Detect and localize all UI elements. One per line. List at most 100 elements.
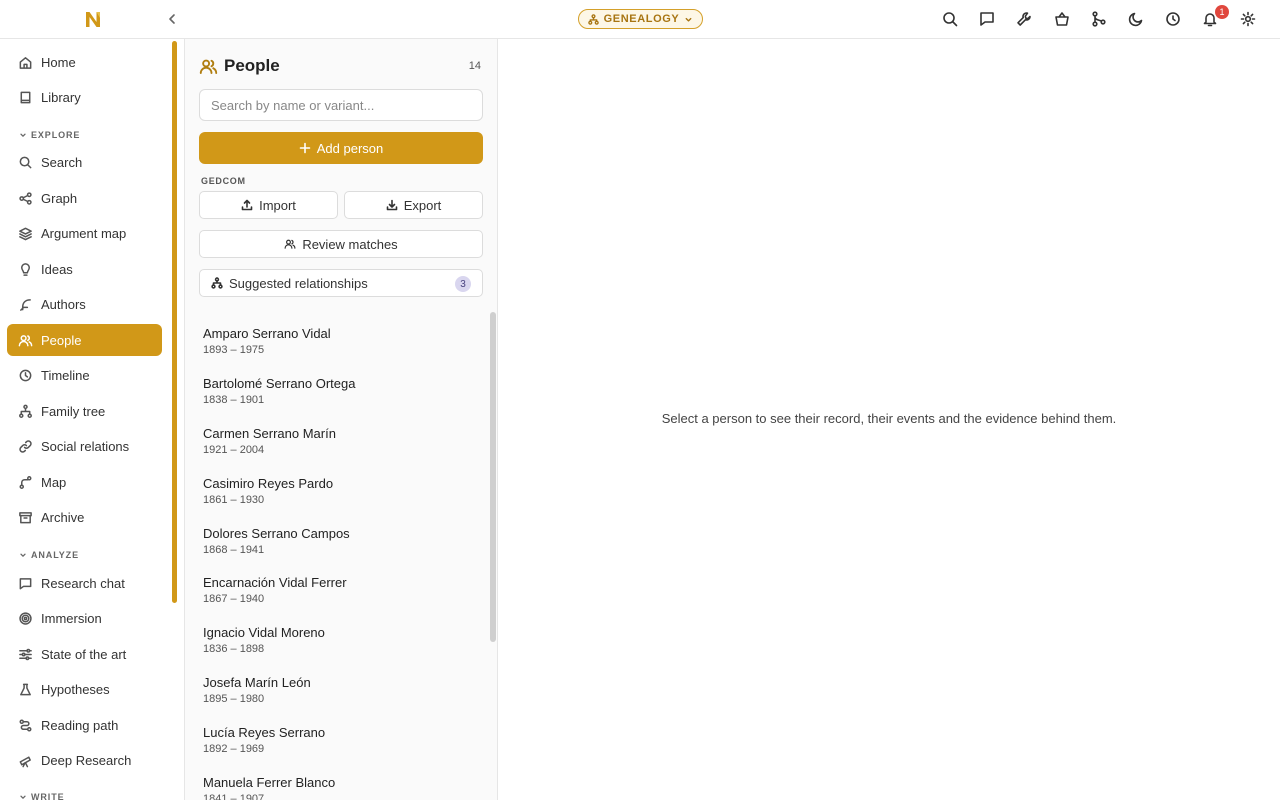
sidebar-item-label: Ideas [41, 261, 73, 277]
sidebar-item-timeline[interactable]: Timeline [7, 359, 162, 391]
sidebar-item-reading-path[interactable]: Reading path [7, 709, 162, 741]
sidebar-item-archive[interactable]: Archive [7, 501, 162, 533]
export-button[interactable]: Export [344, 191, 483, 219]
clock-icon[interactable] [1164, 10, 1182, 28]
person-name: Josefa Marín León [203, 675, 311, 690]
list-item[interactable]: Bartolomé Serrano Ortega 1838 – 1901 [199, 372, 483, 418]
sidebar-item-home[interactable]: Home [7, 46, 162, 78]
sliders-icon [19, 648, 32, 660]
archive-icon [19, 511, 32, 523]
person-name: Amparo Serrano Vidal [203, 326, 331, 341]
book-icon [20, 91, 31, 103]
person-name: Carmen Serrano Marín [203, 426, 336, 441]
person-dates: 1841 – 1907 [203, 793, 265, 800]
chat-icon[interactable] [978, 10, 996, 28]
sidebar-item-map[interactable]: Map [7, 466, 162, 498]
sidebar-item-authors[interactable]: Authors [7, 288, 162, 320]
person-dates: 1836 – 1898 [203, 643, 265, 655]
moon-icon[interactable] [1127, 10, 1145, 28]
page-title: People [224, 56, 280, 75]
person-name: Manuela Ferrer Blanco [203, 775, 336, 790]
section-analyze[interactable]: ANALYZE [19, 550, 79, 560]
people-count: 14 [468, 60, 481, 72]
notification-badge: 1 [1215, 5, 1229, 19]
merge-icon[interactable] [1090, 10, 1108, 28]
sidebar-item-family-tree[interactable]: Family tree [7, 395, 162, 427]
sidebar-item-label: Timeline [41, 367, 90, 383]
add-person-button[interactable]: Add person [199, 132, 483, 164]
target-icon [19, 611, 32, 625]
sidebar-item-label: People [41, 332, 82, 348]
sidebar-item-deep-research[interactable]: Deep Research [7, 744, 162, 776]
chevron-down-icon [20, 133, 26, 137]
tree-icon [211, 277, 223, 289]
sidebar-item-hypotheses[interactable]: Hypotheses [7, 673, 162, 705]
sidebar-item-social-relations[interactable]: Social relations [7, 430, 162, 462]
sidebar-item-research-chat[interactable]: Research chat [7, 567, 162, 599]
sidebar-item-ideas[interactable]: Ideas [7, 253, 162, 285]
search-icon[interactable] [941, 10, 959, 28]
collapse-sidebar-icon[interactable] [164, 11, 180, 27]
sidebar-item-label: Authors [41, 296, 86, 312]
search-input[interactable] [199, 89, 483, 121]
wrench-icon[interactable] [1015, 10, 1033, 28]
sidebar-item-state-of-the-art[interactable]: State of the art [7, 638, 162, 670]
import-button[interactable]: Import [199, 191, 338, 219]
mode-selector[interactable]: GENEALOGY [578, 9, 703, 29]
gear-icon[interactable] [1239, 10, 1257, 28]
person-dates: 1861 – 1930 [203, 494, 265, 506]
plus-icon [299, 142, 311, 154]
person-name: Ignacio Vidal Moreno [203, 625, 325, 640]
users-icon [199, 59, 218, 74]
sidebar-item-label: Map [41, 474, 67, 490]
sidebar-item-search[interactable]: Search [7, 146, 162, 178]
list-item[interactable]: Lucía Reyes Serrano 1892 – 1969 [199, 721, 483, 767]
flask-icon [20, 683, 31, 695]
top-bar: GENEALOGY 1 [0, 0, 1280, 39]
person-name: Dolores Serrano Campos [203, 526, 350, 541]
list-item[interactable]: Amparo Serrano Vidal 1893 – 1975 [199, 322, 483, 368]
chevron-down-icon [20, 553, 26, 557]
sidebar: Home Library EXPLORE Search Graph Argume… [0, 39, 185, 800]
person-dates: 1868 – 1941 [203, 544, 265, 556]
person-dates: 1892 – 1969 [203, 743, 265, 755]
review-matches-button[interactable]: Review matches [199, 230, 483, 258]
list-item[interactable]: Casimiro Reyes Pardo 1861 – 1930 [199, 472, 483, 518]
section-write[interactable]: WRITE [19, 792, 65, 800]
sidebar-item-label: Graph [41, 190, 78, 206]
list-item[interactable]: Carmen Serrano Marín 1921 – 2004 [199, 422, 483, 468]
lightbulb-icon [21, 262, 30, 276]
sidebar-item-library[interactable]: Library [7, 81, 162, 113]
section-explore[interactable]: EXPLORE [19, 130, 80, 140]
sidebar-item-immersion[interactable]: Immersion [7, 602, 162, 634]
list-item[interactable]: Josefa Marín León 1895 – 1980 [199, 671, 483, 717]
link-icon [19, 439, 32, 453]
list-item[interactable]: Encarnación Vidal Ferrer 1867 – 1940 [199, 571, 483, 617]
suggested-relationships-button[interactable]: Suggested relationships 3 [199, 269, 483, 297]
list-item[interactable]: Ignacio Vidal Moreno 1836 – 1898 [199, 621, 483, 667]
list-item[interactable]: Manuela Ferrer Blanco 1841 – 1907 [199, 771, 483, 800]
sidebar-item-label: Immersion [41, 610, 102, 626]
sidebar-item-label: Reading path [41, 717, 119, 733]
sidebar-item-label: State of the art [41, 646, 127, 662]
basket-icon[interactable] [1053, 10, 1071, 28]
list-scrollbar[interactable] [490, 312, 496, 642]
person-dates: 1867 – 1940 [203, 593, 265, 605]
sidebar-item-label: Library [41, 89, 81, 105]
share-icon [19, 191, 32, 205]
search-icon [19, 156, 32, 168]
sidebar-scrollbar[interactable] [172, 41, 177, 603]
person-name: Lucía Reyes Serrano [203, 725, 326, 740]
telescope-icon [19, 755, 31, 767]
chevron-down-icon [20, 795, 26, 799]
gedcom-label: GEDCOM [201, 176, 246, 186]
sidebar-item-people[interactable]: People [7, 324, 162, 356]
users-icon [18, 334, 33, 346]
sidebar-item-label: Hypotheses [41, 681, 110, 697]
app-logo-icon[interactable] [84, 10, 102, 28]
sidebar-item-label: Argument map [41, 225, 127, 241]
chat-icon [19, 577, 32, 589]
sidebar-item-graph[interactable]: Graph [7, 182, 162, 214]
sidebar-item-argument-map[interactable]: Argument map [7, 217, 162, 249]
list-item[interactable]: Dolores Serrano Campos 1868 – 1941 [199, 522, 483, 568]
